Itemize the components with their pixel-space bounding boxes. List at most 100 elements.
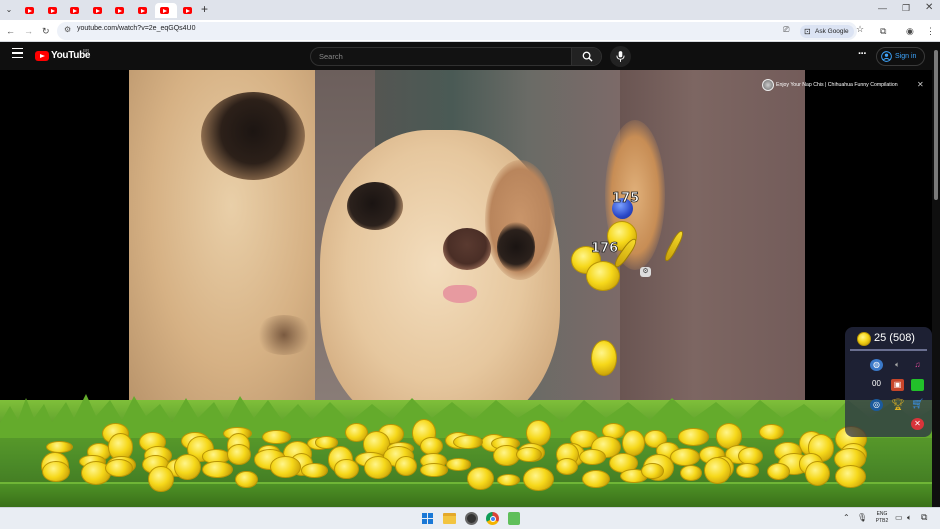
browser-tab[interactable] <box>65 3 87 18</box>
music-icon[interactable]: ♫ <box>911 359 924 371</box>
globe-icon[interactable]: ◍ <box>870 359 883 371</box>
pile-coin <box>622 429 646 456</box>
browser-tab[interactable] <box>155 3 177 18</box>
tab-search-button[interactable]: ⌄ <box>3 4 15 16</box>
pile-coin <box>736 463 760 478</box>
minimize-button[interactable]: — <box>878 3 887 13</box>
green-box-icon[interactable] <box>911 379 924 391</box>
browser-toolbar: ← → ↻ ⚙ youtube.com/watch?v=2e_eqGQs4U0 … <box>0 20 940 42</box>
notepad-icon[interactable] <box>508 512 520 525</box>
mic-tray-icon[interactable]: 🎙︎ <box>857 513 867 522</box>
youtube-favicon-icon <box>92 7 102 14</box>
floating-score: 175 <box>612 191 640 207</box>
maximize-button[interactable]: ❐ <box>902 3 910 14</box>
reload-icon[interactable]: ↻ <box>42 25 50 37</box>
account-icon <box>881 51 892 62</box>
pile-coin <box>670 447 701 467</box>
microphone-icon <box>616 51 625 62</box>
pile-coin <box>677 428 710 446</box>
browser-tab[interactable] <box>88 3 110 18</box>
steam-icon[interactable]: ◎ <box>870 399 883 411</box>
coin-icon <box>857 332 871 346</box>
youtube-logo[interactable]: YouTube BR <box>35 48 95 63</box>
progress-bar <box>850 349 927 351</box>
youtube-favicon-icon <box>160 7 169 14</box>
address-bar[interactable]: ⚙ youtube.com/watch?v=2e_eqGQs4U0 ⎚ ⊡ As… <box>57 22 864 40</box>
pile-coin <box>555 458 578 476</box>
youtube-favicon-icon <box>182 7 192 14</box>
pile-coin <box>515 446 542 463</box>
close-game-button[interactable]: ✕ <box>911 418 924 430</box>
country-code: BR <box>83 48 90 53</box>
video-player[interactable]: ⚙ 175 176 Enjoy Your Nap Chis | Chihuahu… <box>0 70 940 507</box>
install-app-icon[interactable]: ⎚ <box>783 25 789 35</box>
chrome-icon[interactable] <box>486 512 499 525</box>
site-info-icon[interactable]: ⚙ <box>64 25 71 34</box>
close-window-button[interactable]: ✕ <box>925 2 933 13</box>
coin-counter: 25 (508) <box>874 332 915 344</box>
more-options-icon[interactable]: ··· <box>858 48 867 60</box>
file-explorer-icon[interactable] <box>443 513 456 524</box>
trophy-icon[interactable]: 🏆︎ <box>891 399 905 411</box>
counter-label: 00 <box>872 379 881 388</box>
pile-coin <box>834 464 866 488</box>
coin-pile <box>0 70 940 507</box>
close-overlay-icon[interactable]: ✕ <box>917 80 924 89</box>
floating-score: 176 <box>591 241 619 257</box>
pile-coin <box>42 460 70 482</box>
voice-search-button[interactable] <box>610 46 631 67</box>
browser-tab[interactable] <box>110 3 132 18</box>
pile-coin <box>467 466 494 490</box>
chest-icon[interactable]: ▣ <box>891 379 904 391</box>
ask-google-button[interactable]: ⊡ Ask Google <box>800 25 854 38</box>
bookmark-star-icon[interactable]: ☆ <box>856 24 864 35</box>
pile-coin <box>148 465 174 493</box>
search-button[interactable] <box>571 48 601 65</box>
pile-coin <box>174 454 201 481</box>
volume-icon[interactable]: 🔈︎ <box>907 513 912 523</box>
back-icon[interactable]: ← <box>6 25 15 37</box>
browser-tab[interactable] <box>178 3 200 18</box>
pile-coin <box>738 447 763 466</box>
pile-coin <box>767 463 791 481</box>
scrollbar-thumb[interactable] <box>934 50 938 200</box>
pile-coin <box>45 440 74 454</box>
browser-tab[interactable] <box>133 3 155 18</box>
tray-chevron-icon[interactable]: ⌃ <box>843 513 850 522</box>
lens-icon: ⊡ <box>804 27 811 36</box>
pile-coin <box>270 455 301 478</box>
pile-coin <box>104 458 133 478</box>
sound-icon[interactable]: 🔈︎ <box>891 359 904 371</box>
pile-coin <box>420 463 449 478</box>
pile-coin <box>496 473 521 486</box>
language-indicator[interactable]: ENG PTB2 <box>874 511 890 525</box>
battery-icon[interactable]: ▭ <box>895 513 903 522</box>
pile-coin <box>235 470 258 489</box>
search-icon <box>582 51 593 62</box>
page-scrollbar[interactable] <box>932 42 940 507</box>
obs-icon[interactable] <box>465 512 478 525</box>
hamburger-menu-icon[interactable] <box>12 48 23 58</box>
menu-icon[interactable]: ⋮ <box>926 25 935 37</box>
windows-start-icon[interactable] <box>422 513 433 524</box>
pile-coin <box>581 470 610 489</box>
youtube-favicon-icon <box>70 7 79 14</box>
sign-in-button[interactable]: Sign in <box>876 47 925 66</box>
new-tab-button[interactable]: + <box>201 2 208 16</box>
forward-icon[interactable]: → <box>24 25 33 37</box>
pile-coin <box>227 444 252 465</box>
browser-tab[interactable] <box>20 3 42 18</box>
cart-icon[interactable]: 🛒︎ <box>911 399 924 411</box>
search-box[interactable]: Search <box>310 47 602 66</box>
profile-icon[interactable]: ◉ <box>906 25 914 37</box>
youtube-favicon-icon <box>137 7 147 14</box>
browser-tab[interactable] <box>43 3 65 18</box>
notification-icon[interactable]: ⧉ <box>921 512 927 523</box>
video-title: Enjoy Your Nap Chis | Chihuahua Funny Co… <box>776 82 898 88</box>
pile-coin <box>805 460 831 486</box>
pile-coin <box>446 458 472 471</box>
search-input[interactable]: Search <box>319 52 343 61</box>
video-title-overlay[interactable]: Enjoy Your Nap Chis | Chihuahua Funny Co… <box>762 79 928 93</box>
pile-coin <box>334 458 359 480</box>
extensions-icon[interactable]: ⧉ <box>880 25 886 37</box>
